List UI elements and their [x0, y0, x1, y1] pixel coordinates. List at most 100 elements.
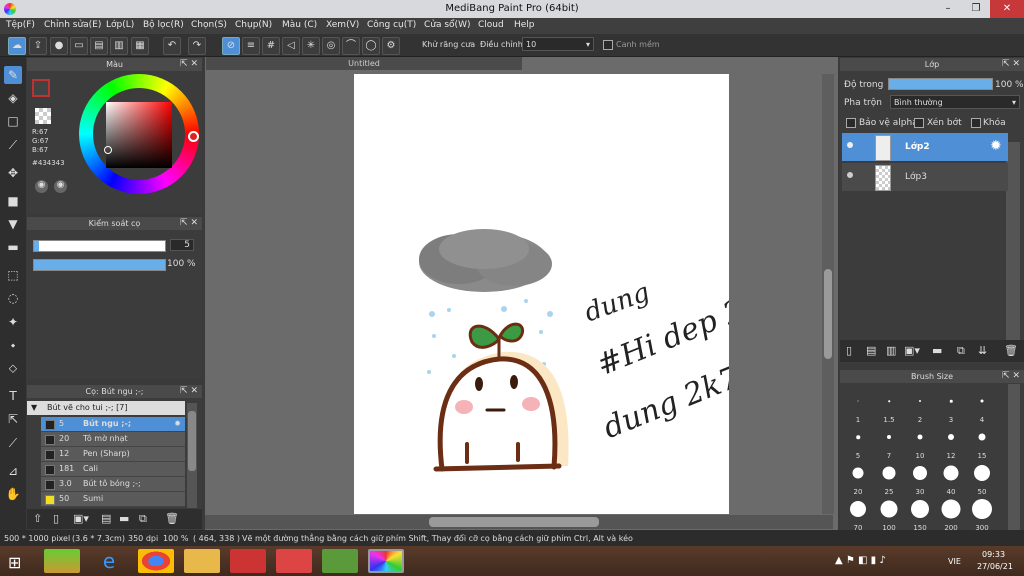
- internet-explorer-icon[interactable]: e: [91, 549, 127, 573]
- brush-size-option[interactable]: 15: [968, 422, 996, 462]
- new-halftone-layer-icon[interactable]: ▤: [866, 344, 876, 357]
- eye-icon[interactable]: [847, 142, 853, 148]
- brush-size-option[interactable]: 200: [937, 494, 965, 534]
- menu-help[interactable]: Help: [514, 20, 535, 30]
- brush-size-option[interactable]: 12: [937, 422, 965, 462]
- brush-import-icon[interactable]: ▣▾: [73, 512, 89, 525]
- brush-item[interactable]: 20 Tô mờ nhạt: [41, 432, 185, 447]
- panel-buttons-icon[interactable]: ⇱ ✕: [180, 217, 198, 230]
- brush-size-option[interactable]: 10: [906, 422, 934, 462]
- snap-ellipse-icon[interactable]: ◯: [362, 37, 380, 55]
- brush-size-option[interactable]: 1.5: [875, 386, 903, 426]
- snap-checkbox[interactable]: [603, 40, 613, 50]
- brush-item[interactable]: 3.0 Bút tô bóng ;-;: [41, 477, 185, 492]
- move-tool-icon[interactable]: ✥: [4, 164, 22, 182]
- protect-alpha-checkbox[interactable]: [846, 118, 856, 128]
- lock-checkbox[interactable]: [971, 118, 981, 128]
- divide-tool-icon[interactable]: ⟋: [4, 434, 22, 452]
- speech-bubble-icon[interactable]: ▭: [70, 37, 88, 55]
- undo-icon[interactable]: ↶: [163, 37, 181, 55]
- magic-wand-icon[interactable]: ✦: [4, 313, 22, 331]
- document-canvas[interactable]: dung #Hi dep 2k7 dung 2k7: [354, 74, 784, 514]
- cloud-icon[interactable]: ☁: [8, 37, 26, 55]
- folder-icon[interactable]: ▬: [932, 344, 942, 357]
- layer-row-selected[interactable]: Lớp2 ✹: [842, 133, 1008, 161]
- brush-size-scrollbar[interactable]: [1008, 384, 1020, 530]
- gradient-tool-icon[interactable]: ▬: [4, 238, 22, 256]
- fill-rect-tool-icon[interactable]: ■: [4, 192, 22, 210]
- page-list-icon[interactable]: ▥: [110, 37, 128, 55]
- clock-date[interactable]: 27/06/21: [977, 562, 1013, 571]
- color-picker-handle[interactable]: [104, 146, 112, 154]
- snap-circle-icon[interactable]: ◎: [322, 37, 340, 55]
- new-1bit-layer-icon[interactable]: ▥: [886, 344, 896, 357]
- bucket-tool-icon[interactable]: ▼: [4, 215, 22, 233]
- bluestacks-icon[interactable]: [44, 549, 80, 573]
- trash-icon[interactable]: 🗑: [165, 512, 179, 525]
- close-button[interactable]: ✕: [990, 0, 1024, 18]
- clip-checkbox[interactable]: [914, 118, 924, 128]
- menu-cloud[interactable]: Cloud: [478, 20, 504, 30]
- brush-size-option[interactable]: 3: [937, 386, 965, 426]
- layer-opacity-slider[interactable]: [888, 78, 993, 90]
- brush-item[interactable]: 50 Sumi: [41, 492, 185, 507]
- operation-tool-icon[interactable]: ⇱: [4, 410, 22, 428]
- trash-icon[interactable]: 🗑: [1004, 344, 1018, 357]
- snap-cross-icon[interactable]: #: [262, 37, 280, 55]
- brush-size-option[interactable]: 300: [968, 494, 996, 534]
- select-eraser-icon[interactable]: ⬦: [4, 359, 22, 377]
- layer-row[interactable]: Lớp3: [842, 163, 1008, 191]
- brush-size-option[interactable]: 2: [906, 386, 934, 426]
- menu-select[interactable]: Chọn(S): [191, 20, 227, 30]
- hand-tool-icon[interactable]: ✋: [4, 485, 22, 503]
- brush-size-option[interactable]: 40: [937, 458, 965, 498]
- menu-tools[interactable]: Công cụ(T): [367, 20, 416, 30]
- brush-size-slider[interactable]: [33, 240, 166, 252]
- brush-item[interactable]: 181 Cali: [41, 462, 185, 477]
- transparent-swatch[interactable]: [35, 108, 51, 124]
- folder-icon[interactable]: ▬: [119, 512, 129, 525]
- panel-buttons-icon[interactable]: ⇱ ✕: [180, 385, 198, 398]
- snap-off-icon[interactable]: ⊘: [222, 37, 240, 55]
- brush-size-option[interactable]: 70: [844, 494, 872, 534]
- menu-filter[interactable]: Bộ lọc(R): [143, 20, 184, 30]
- menu-layer[interactable]: Lớp(L): [106, 20, 134, 30]
- merge-layer-icon[interactable]: ⇊: [978, 344, 987, 357]
- settings-gear-icon[interactable]: ⚙: [382, 37, 400, 55]
- brush-size-option[interactable]: 30: [906, 458, 934, 498]
- menu-capture[interactable]: Chụp(N): [235, 20, 272, 30]
- palette-add-icon[interactable]: ◉: [54, 180, 67, 193]
- comment-icon[interactable]: ●: [50, 37, 68, 55]
- camtasia-icon[interactable]: [322, 549, 358, 573]
- brush-size-option[interactable]: 1: [844, 386, 872, 426]
- snap-vanish-icon[interactable]: ◁: [282, 37, 300, 55]
- brush-size-value[interactable]: 5: [170, 239, 194, 251]
- brush-add-icon[interactable]: ⇧: [33, 512, 42, 525]
- blend-mode-select[interactable]: Bình thường ▾: [890, 95, 1020, 109]
- select-tool-icon[interactable]: ⬚: [4, 266, 22, 284]
- clock-time[interactable]: 09:33: [982, 550, 1005, 559]
- duplicate-icon[interactable]: ⧉: [957, 344, 965, 358]
- tray-icons[interactable]: ▲ ⚑ ◧ ▮ ♪: [835, 555, 886, 566]
- menu-edit[interactable]: Chỉnh sửa(E): [44, 20, 101, 30]
- brush-size-option[interactable]: 100: [875, 494, 903, 534]
- brush-copy-icon[interactable]: ▤: [101, 512, 111, 525]
- brush-size-option[interactable]: 150: [906, 494, 934, 534]
- brush-size-option[interactable]: 50: [968, 458, 996, 498]
- brush-list-scrollbar[interactable]: [187, 403, 197, 508]
- page-grid-icon[interactable]: ▦: [131, 37, 149, 55]
- canvas-tab[interactable]: Untitled: [206, 57, 522, 70]
- menu-view[interactable]: Xem(V): [326, 20, 359, 30]
- eyedropper-icon[interactable]: ⊿: [4, 462, 22, 480]
- file-explorer-icon[interactable]: [184, 549, 220, 573]
- line-tool-icon[interactable]: ⟋: [4, 136, 22, 154]
- duplicate-icon[interactable]: ⧉: [139, 512, 147, 526]
- powerpoint-icon[interactable]: [230, 549, 266, 573]
- snap-curve-icon[interactable]: ⌒: [342, 37, 360, 55]
- select-pen-icon[interactable]: ⬩: [4, 336, 22, 354]
- saturation-value-square[interactable]: [106, 102, 172, 168]
- horizontal-scrollbar[interactable]: [205, 515, 833, 529]
- rectangle-tool-icon[interactable]: □: [4, 112, 22, 130]
- chrome-icon[interactable]: [138, 549, 174, 573]
- text-tool-icon[interactable]: T: [4, 387, 22, 405]
